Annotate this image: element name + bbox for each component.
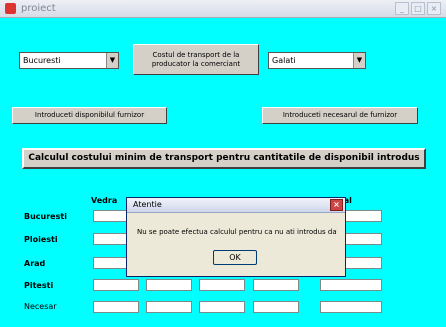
- ok-button[interactable]: OK: [213, 250, 257, 265]
- grid-cell-input[interactable]: [146, 279, 192, 291]
- calculation-banner-button[interactable]: Calculul costului minim de transport pen…: [22, 148, 426, 169]
- dialog-message: Nu se poate efectua calculul pentru ca n…: [137, 228, 337, 236]
- destination-city-select[interactable]: Galati ▼: [268, 52, 366, 69]
- dialog-title-bar[interactable]: Atentie ×: [127, 198, 345, 213]
- app-icon: [5, 3, 16, 14]
- row-label-bucuresti: Bucuresti: [24, 212, 67, 221]
- grid-cell-input[interactable]: [253, 301, 299, 313]
- maximize-button[interactable]: □: [411, 2, 425, 15]
- row-label-pitesti: Pitesti: [24, 281, 54, 290]
- origin-city-value: Bucuresti: [23, 56, 61, 65]
- minimize-button[interactable]: _: [395, 2, 409, 15]
- dialog-title: Atentie: [133, 200, 162, 209]
- grid-cell-input[interactable]: [199, 279, 245, 291]
- grid-cell-input[interactable]: [253, 279, 299, 291]
- row-label-necesar: Necesar: [24, 302, 57, 311]
- close-button[interactable]: ×: [427, 2, 441, 15]
- origin-city-select[interactable]: Bucuresti ▼: [19, 52, 119, 69]
- grid-cell-input[interactable]: [146, 301, 192, 313]
- window-title-bar[interactable]: proiect _ □ ×: [0, 0, 446, 18]
- supplier-availability-button[interactable]: Introduceti disponibilul furnizor: [12, 107, 167, 124]
- chevron-down-icon[interactable]: ▼: [353, 53, 365, 68]
- dialog-close-icon[interactable]: ×: [330, 199, 343, 211]
- window-title: proiect: [21, 3, 56, 14]
- row-label-ploiesti: Ploiesti: [24, 235, 58, 244]
- demand-input-button[interactable]: Introduceti necesarul de furnizor: [262, 107, 418, 124]
- chevron-down-icon[interactable]: ▼: [106, 53, 118, 68]
- transport-cost-button[interactable]: Costul de transport de la producator la …: [133, 44, 259, 75]
- destination-city-value: Galati: [272, 56, 296, 65]
- grid-cell-input[interactable]: [199, 301, 245, 313]
- row-label-arad: Arad: [24, 259, 46, 268]
- grid-cell-input[interactable]: [93, 301, 139, 313]
- grid-cell-input[interactable]: [93, 279, 139, 291]
- grid-cell-input[interactable]: [320, 301, 382, 313]
- main-area: Bucuresti ▼ Costul de transport de la pr…: [0, 18, 446, 327]
- message-dialog: Atentie × Nu se poate efectua calculul p…: [126, 197, 346, 277]
- grid-cell-input[interactable]: [320, 279, 382, 291]
- column-label-vedra: Vedra: [91, 196, 118, 205]
